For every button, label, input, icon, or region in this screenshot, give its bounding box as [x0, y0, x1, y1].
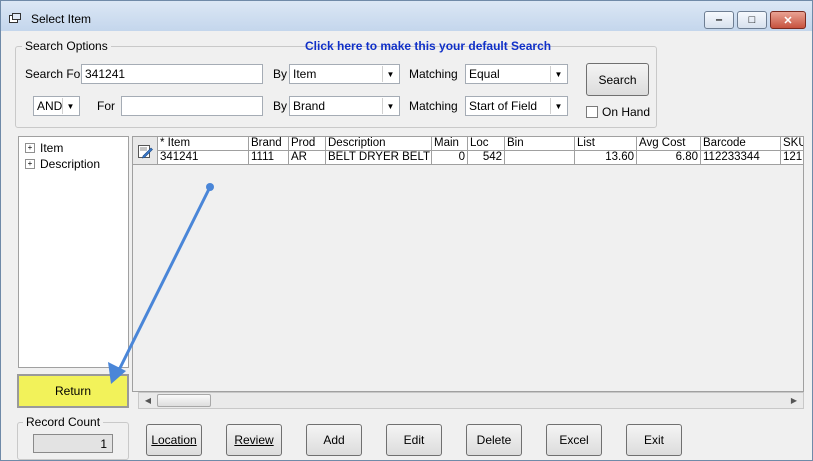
grid-corner-edit-button[interactable] — [133, 137, 158, 165]
excel-button[interactable]: Excel — [546, 424, 602, 456]
table-cell[interactable]: 6.80 — [637, 151, 701, 165]
table-cell[interactable]: AR — [289, 151, 326, 165]
tree-item-label: Description — [40, 157, 101, 171]
column-header[interactable]: Bin — [505, 137, 575, 151]
on-hand-checkbox[interactable] — [586, 106, 598, 118]
column-header[interactable]: Brand — [249, 137, 289, 151]
tree-item-label: Item — [40, 141, 64, 155]
column-header[interactable]: Prod — [289, 137, 326, 151]
record-count-legend: Record Count — [23, 415, 104, 429]
column-header[interactable]: SKU — [781, 137, 803, 151]
edit-button-label: Edit — [403, 433, 425, 447]
maximize-icon: □ — [748, 14, 756, 26]
chevron-down-icon: ▼ — [550, 66, 566, 82]
return-button[interactable]: Return — [17, 374, 129, 408]
by-select-2[interactable]: Brand ▼ — [289, 96, 400, 116]
table-cell[interactable]: 121 — [781, 151, 803, 165]
record-count-value: 1 — [33, 434, 113, 453]
for-input[interactable] — [121, 96, 263, 116]
expand-icon[interactable]: + — [25, 159, 35, 169]
chevron-down-icon: ▼ — [382, 66, 398, 82]
column-header[interactable]: Loc — [468, 137, 505, 151]
table-cell[interactable]: 341241 — [158, 151, 249, 165]
scrollbar-thumb[interactable] — [157, 394, 211, 407]
search-for-input[interactable]: 341241 — [81, 64, 263, 84]
delete-button[interactable]: Delete — [466, 424, 522, 456]
column-header[interactable]: * Item — [158, 137, 249, 151]
by-select-1[interactable]: Item ▼ — [289, 64, 400, 84]
matching-select-1-value: Equal — [469, 67, 500, 81]
search-tree[interactable]: + Item + Description — [18, 136, 129, 368]
review-button[interactable]: Review — [226, 424, 282, 456]
expand-icon[interactable]: + — [25, 143, 35, 153]
matching-select-2[interactable]: Start of Field ▼ — [465, 96, 568, 116]
column-header[interactable]: List — [575, 137, 637, 151]
window-title: Select Item — [31, 12, 92, 26]
review-button-label: Review — [234, 433, 274, 447]
minimize-button[interactable]: ‒ — [704, 11, 734, 29]
scroll-left-icon[interactable]: ◀ — [141, 394, 155, 407]
table-cell[interactable]: 0 — [432, 151, 468, 165]
search-options-legend: Search Options — [22, 39, 111, 53]
search-for-label: Search For — [25, 67, 85, 81]
column-header[interactable]: Main — [432, 137, 468, 151]
location-button-label: Location — [151, 433, 197, 447]
table-cell[interactable]: 13.60 — [575, 151, 637, 165]
edit-button[interactable]: Edit — [386, 424, 442, 456]
matching-select-1[interactable]: Equal ▼ — [465, 64, 568, 84]
table-cell[interactable]: 1111 — [249, 151, 289, 165]
location-button[interactable]: Location — [146, 424, 202, 456]
maximize-button[interactable]: □ — [737, 11, 767, 29]
close-icon: ✕ — [783, 14, 793, 27]
table-cell[interactable]: 112233344 — [701, 151, 781, 165]
exit-button-label: Exit — [643, 433, 664, 447]
column-header[interactable]: Avg Cost — [637, 137, 701, 151]
column-header[interactable]: Description — [326, 137, 432, 151]
exit-button[interactable]: Exit — [626, 424, 682, 456]
conjunction-select[interactable]: AND ▼ — [33, 96, 80, 116]
minimize-icon: ‒ — [715, 14, 723, 26]
on-hand-label: On Hand — [602, 105, 651, 119]
tree-item-item[interactable]: + Item — [25, 141, 63, 155]
column-header[interactable]: Barcode — [701, 137, 781, 151]
matching-label-2: Matching — [409, 99, 458, 113]
by-select-1-value: Item — [293, 67, 317, 81]
close-button[interactable]: ✕ — [770, 11, 806, 29]
add-button-label: Add — [323, 433, 345, 447]
conjunction-select-value: AND — [37, 99, 63, 113]
delete-button-label: Delete — [476, 433, 512, 447]
chevron-down-icon: ▼ — [550, 98, 566, 114]
chevron-down-icon: ▼ — [382, 98, 398, 114]
matching-label-1: Matching — [409, 67, 458, 81]
matching-select-2-value: Start of Field — [469, 99, 538, 113]
excel-button-label: Excel — [559, 433, 589, 447]
horizontal-scrollbar[interactable]: ◀ ▶ — [138, 392, 804, 409]
by-label-2: By — [273, 99, 288, 113]
chevron-down-icon: ▼ — [62, 98, 78, 114]
title-bar: Select Item ‒ □ ✕ — [1, 1, 812, 31]
window-icon — [9, 13, 21, 23]
table-cell[interactable]: 542 — [468, 151, 505, 165]
edit-icon — [138, 144, 153, 158]
search-button[interactable]: Search — [586, 63, 649, 96]
tree-item-description[interactable]: + Description — [25, 157, 100, 171]
default-search-link[interactable]: Click here to make this your default Sea… — [305, 39, 551, 53]
for-label: For — [97, 99, 115, 113]
scroll-right-icon[interactable]: ▶ — [787, 394, 801, 407]
add-button[interactable]: Add — [306, 424, 362, 456]
by-select-2-value: Brand — [293, 99, 326, 113]
select-item-window: Select Item ‒ □ ✕ Search Options Click h… — [0, 0, 813, 461]
results-grid[interactable]: * Item Brand Prod Description Main Loc B… — [132, 136, 804, 392]
by-label-1: By — [273, 67, 288, 81]
table-cell[interactable] — [505, 151, 575, 165]
table-cell[interactable]: BELT DRYER BELT FOR — [326, 151, 432, 165]
